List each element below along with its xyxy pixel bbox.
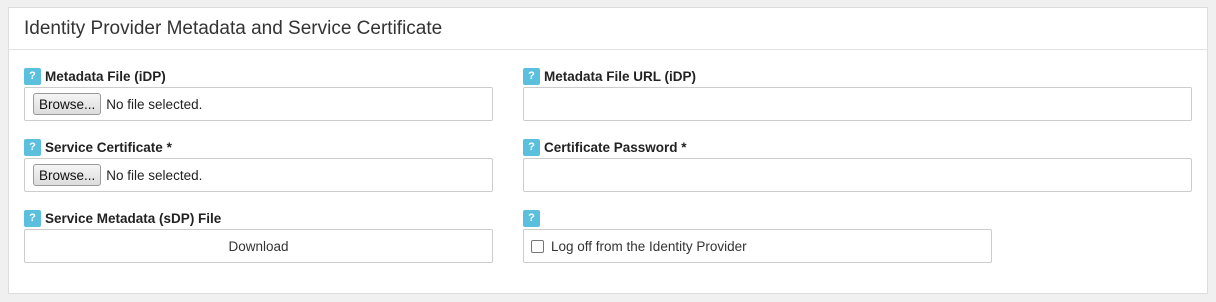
metadata-file-status: No file selected.: [106, 96, 203, 112]
help-icon[interactable]: ?: [523, 138, 540, 156]
panel-title: Identity Provider Metadata and Service C…: [24, 18, 443, 39]
logoff-checkbox-label[interactable]: Log off from the Identity Provider: [551, 239, 747, 254]
panel-header: Identity Provider Metadata and Service C…: [9, 8, 1207, 50]
logoff-checkbox-container: Log off from the Identity Provider: [523, 229, 992, 263]
help-icon[interactable]: ?: [523, 209, 540, 227]
download-button[interactable]: Download: [24, 229, 493, 263]
metadata-file-browse-button[interactable]: Browse...: [33, 93, 102, 115]
service-metadata-label-row: ? Service Metadata (sDP) File: [24, 209, 221, 227]
service-certificate-input[interactable]: Browse... No file selected.: [24, 158, 493, 192]
help-icon[interactable]: ?: [523, 67, 540, 85]
service-metadata-label: Service Metadata (sDP) File: [45, 210, 222, 226]
help-icon[interactable]: ?: [24, 209, 41, 227]
service-certificate-label: Service Certificate *: [45, 139, 172, 155]
logoff-checkbox[interactable]: [531, 239, 544, 253]
metadata-file-url-label: Metadata File URL (iDP): [544, 68, 697, 84]
help-icon[interactable]: ?: [24, 138, 41, 156]
metadata-file-url-label-row: ? Metadata File URL (iDP): [523, 67, 696, 85]
metadata-file-input[interactable]: Browse... No file selected.: [24, 87, 493, 121]
certificate-password-label: Certificate Password *: [544, 139, 687, 155]
idp-metadata-panel: Identity Provider Metadata and Service C…: [8, 7, 1208, 294]
service-certificate-browse-button[interactable]: Browse...: [33, 164, 102, 186]
help-icon[interactable]: ?: [24, 67, 41, 85]
service-certificate-status: No file selected.: [106, 167, 203, 183]
certificate-password-input[interactable]: [523, 158, 1192, 192]
metadata-file-url-input[interactable]: [523, 87, 1192, 121]
service-certificate-label-row: ? Service Certificate *: [24, 138, 172, 156]
logoff-label-row: ?: [523, 209, 544, 227]
metadata-file-label-row: ? Metadata File (iDP): [24, 67, 166, 85]
certificate-password-label-row: ? Certificate Password *: [523, 138, 687, 156]
metadata-file-label: Metadata File (iDP): [45, 68, 166, 84]
